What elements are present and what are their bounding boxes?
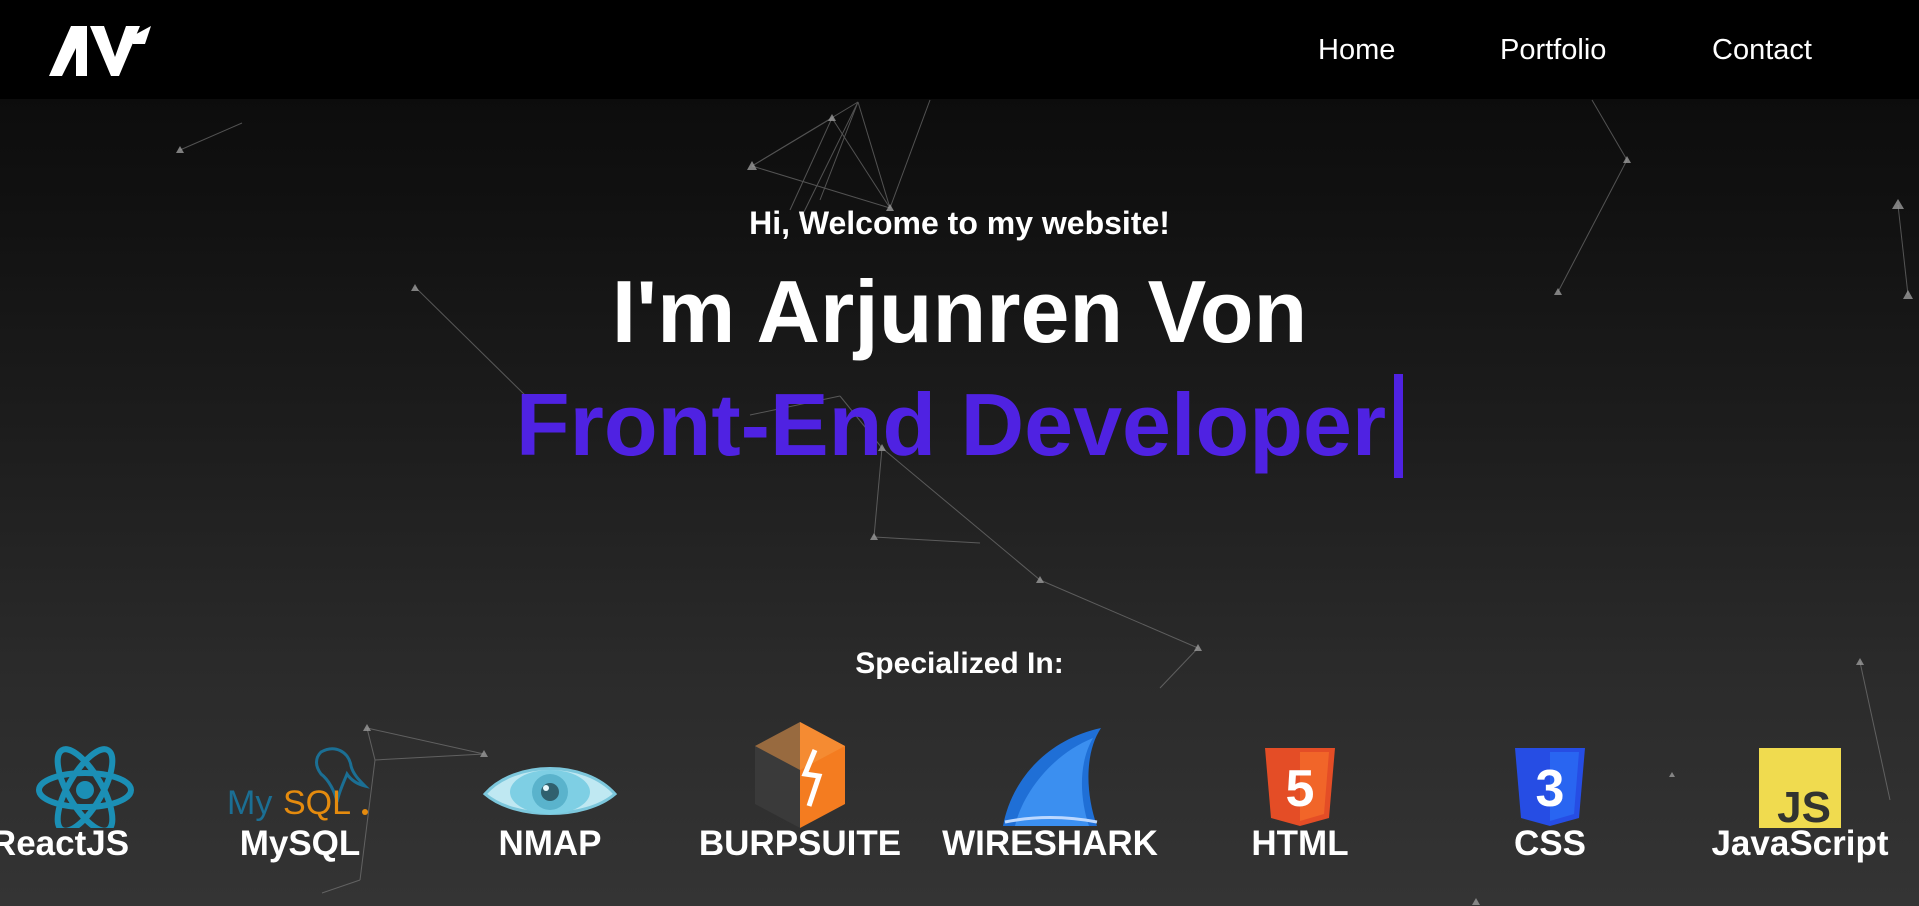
skill-label: JavaScript bbox=[1711, 824, 1889, 863]
svg-text:3: 3 bbox=[1536, 760, 1565, 818]
specialized-heading: Specialized In: bbox=[855, 647, 1064, 680]
nav-link-home[interactable]: Home bbox=[1318, 30, 1395, 70]
html5-icon: 5 bbox=[1265, 748, 1335, 826]
skill-item-javascript: JS JavaScript bbox=[1690, 718, 1910, 868]
skill-label: WIRESHARK bbox=[942, 824, 1158, 863]
typing-cursor bbox=[1394, 373, 1404, 478]
typed-role-text: Front-End Developer bbox=[515, 375, 1387, 474]
css3-icon: 3 bbox=[1515, 748, 1585, 826]
nav-link-portfolio[interactable]: Portfolio bbox=[1500, 30, 1606, 70]
navbar: Home Portfolio Contact bbox=[0, 0, 1919, 99]
skill-label: HTML bbox=[1251, 824, 1349, 863]
skill-item-wireshark: WIRESHARK bbox=[940, 718, 1160, 868]
skill-item-html: 5 HTML bbox=[1190, 718, 1410, 868]
skill-item-reactjs: ReactJS bbox=[0, 718, 170, 868]
javascript-icon: JS bbox=[1759, 748, 1841, 828]
svg-text:My: My bbox=[227, 784, 272, 822]
svg-text:5: 5 bbox=[1286, 760, 1315, 818]
svg-text:SQL: SQL bbox=[283, 784, 351, 822]
hero-name-heading: I'm Arjunren Von bbox=[611, 262, 1308, 361]
av-logo-icon[interactable] bbox=[49, 26, 151, 76]
skill-item-css: 3 CSS bbox=[1440, 718, 1660, 868]
skill-label: ReactJS bbox=[0, 824, 130, 863]
mysql-icon: My SQL bbox=[227, 747, 370, 822]
skill-item-mysql: My SQL MySQL bbox=[190, 718, 410, 868]
skill-label: MySQL bbox=[239, 824, 361, 863]
skill-item-burpsuite: BURPSUITE bbox=[690, 718, 910, 868]
skill-label: BURPSUITE bbox=[698, 824, 902, 863]
react-icon bbox=[36, 746, 134, 828]
page: Home Portfolio Contact Hi, Welcome to my… bbox=[0, 0, 1919, 906]
hero-section: Hi, Welcome to my website! I'm Arjunren … bbox=[0, 0, 1919, 906]
welcome-text: Hi, Welcome to my website! bbox=[749, 205, 1170, 241]
skill-item-nmap: NMAP bbox=[440, 718, 660, 868]
nmap-eye-icon bbox=[482, 767, 618, 815]
skill-label: CSS bbox=[1514, 824, 1586, 863]
typed-role-line: Front-End Developer bbox=[0, 373, 1919, 484]
skill-label: NMAP bbox=[498, 824, 602, 863]
burpsuite-icon bbox=[755, 722, 845, 828]
nav-link-contact[interactable]: Contact bbox=[1712, 30, 1812, 70]
wireshark-fin-icon bbox=[1003, 728, 1101, 826]
